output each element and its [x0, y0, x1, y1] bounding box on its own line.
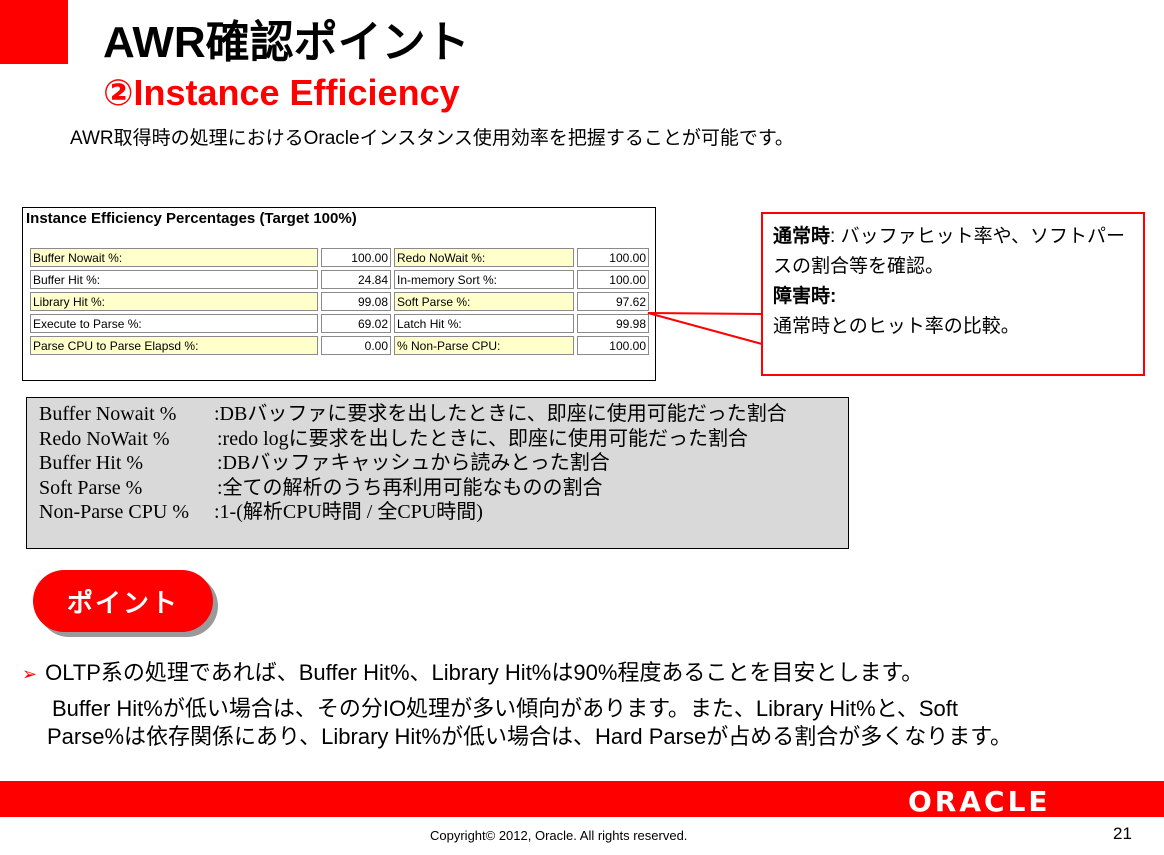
definition-term: Buffer Nowait %: [39, 403, 177, 425]
row-label: Library Hit %:: [30, 292, 318, 311]
list-item: Buffer Nowait % :DBバッファに要求を出したときに、即座に使用可…: [39, 402, 836, 427]
table-row: Buffer Hit %: 24.84 In-memory Sort %: 10…: [30, 270, 649, 289]
definition-desc: :redo logに要求を出したときに、即座に使用可能だった割合: [217, 427, 749, 450]
row-value: 100.00: [577, 336, 649, 355]
row-label: Parse CPU to Parse Elapsd %:: [30, 336, 318, 355]
point-text-3: Parse%は依存関係にあり、Library Hit%が低い場合は、Hard P…: [47, 724, 1013, 749]
callout-fault-key: 障害時: [773, 286, 831, 307]
row-value: 100.00: [577, 248, 649, 267]
row-value: 0.00: [321, 336, 391, 355]
point-line-1: ➢ OLTP系の処理であれば、Buffer Hit%、Library Hit%は9…: [22, 659, 923, 688]
point-text-2: Buffer Hit%が低い場合は、その分IO処理が多い傾向があります。また、L…: [52, 696, 958, 721]
row-label: Soft Parse %:: [394, 292, 574, 311]
arrow-bullet-icon: ➢: [22, 664, 38, 684]
row-value: 100.00: [321, 248, 391, 267]
page-number: 21: [1113, 824, 1132, 843]
row-value: 97.62: [577, 292, 649, 311]
definition-term: Buffer Hit %: [39, 452, 144, 474]
oracle-logo: ORACLE: [908, 785, 1051, 818]
page-description: AWR取得時の処理におけるOracleインスタンス使用効率を把握することが可能で…: [70, 128, 794, 149]
row-value: 24.84: [321, 270, 391, 289]
definition-term: Redo NoWait %: [39, 427, 170, 450]
definition-term: Soft Parse %: [39, 476, 143, 499]
definition-desc: :1-(解析CPU時間 / 全CPU時間): [214, 501, 483, 523]
list-item: Buffer Hit % :DBバッファキャッシュから読みとった割合: [39, 451, 836, 476]
row-value: 99.98: [577, 314, 649, 333]
list-item: Soft Parse % :全ての解析のうち再利用可能なものの割合: [39, 476, 836, 501]
row-value: 69.02: [321, 314, 391, 333]
table-row: Execute to Parse %: 69.02 Latch Hit %: 9…: [30, 314, 649, 333]
table-row: Library Hit %: 99.08 Soft Parse %: 97.62: [30, 292, 649, 311]
row-value: 100.00: [577, 270, 649, 289]
callout-normal: 通常時: バッファヒット率や、ソフトパースの割合等を確認。: [773, 222, 1133, 282]
list-item: Non-Parse CPU % :1-(解析CPU時間 / 全CPU時間): [39, 500, 836, 525]
callout-fault-colon: :: [830, 286, 837, 307]
table-row: Buffer Nowait %: 100.00 Redo NoWait %: 1…: [30, 248, 649, 267]
point-badge: ポイント: [33, 570, 213, 632]
page-subtitle: ②Instance Efficiency: [103, 72, 460, 113]
row-label: Buffer Hit %:: [30, 270, 318, 289]
table-row: Parse CPU to Parse Elapsd %: 0.00 % Non-…: [30, 336, 649, 355]
definition-desc: :DBバッファに要求を出したときに、即座に使用可能だった割合: [214, 403, 787, 425]
row-label: Execute to Parse %:: [30, 314, 318, 333]
row-label: Latch Hit %:: [394, 314, 574, 333]
instance-efficiency-panel: Instance Efficiency Percentages (Target …: [22, 207, 656, 381]
efficiency-table: Buffer Nowait %: 100.00 Redo NoWait %: 1…: [27, 245, 652, 358]
definition-desc: :DBバッファキャッシュから読みとった割合: [217, 452, 610, 474]
callout-fault-text: 通常時とのヒット率の比較。: [773, 316, 1020, 337]
row-label: % Non-Parse CPU:: [394, 336, 574, 355]
row-label: Redo NoWait %:: [394, 248, 574, 267]
list-item: Redo NoWait % :redo logに要求を出したときに、即座に使用可…: [39, 427, 836, 452]
definition-desc: :全ての解析のうち再利用可能なものの割合: [217, 476, 603, 499]
page-title: AWR確認ポイント: [103, 18, 470, 67]
corner-accent: [0, 0, 68, 64]
efficiency-title: Instance Efficiency Percentages (Target …: [26, 210, 357, 227]
callout-fault: 障害時:: [773, 282, 1133, 312]
callout-normal-key: 通常時: [773, 226, 831, 247]
copyright: Copyright© 2012, Oracle. All rights rese…: [430, 828, 688, 843]
definition-term: Non-Parse CPU %: [39, 501, 189, 523]
definitions-box: Buffer Nowait % :DBバッファに要求を出したときに、即座に使用可…: [26, 397, 849, 549]
row-label: In-memory Sort %:: [394, 270, 574, 289]
row-value: 99.08: [321, 292, 391, 311]
callout-box: 通常時: バッファヒット率や、ソフトパースの割合等を確認。 障害時: 通常時との…: [761, 212, 1145, 376]
point-text-1: OLTP系の処理であれば、Buffer Hit%、Library Hit%は90…: [45, 660, 924, 685]
row-label: Buffer Nowait %:: [30, 248, 318, 267]
